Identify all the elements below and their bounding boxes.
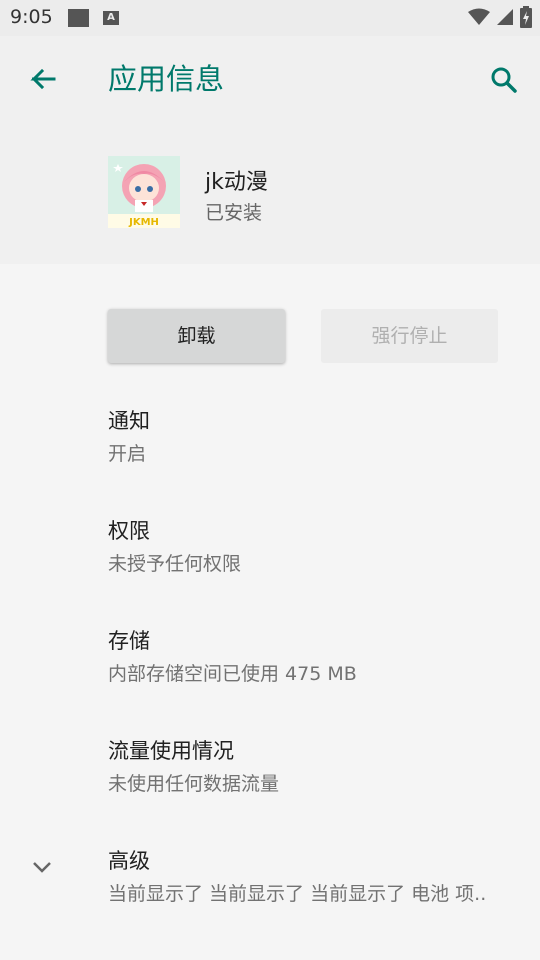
item-title: 流量使用情况	[108, 739, 234, 763]
back-arrow-icon	[30, 68, 56, 90]
item-subtitle: 未授予任何权限	[108, 553, 242, 575]
data-usage-item[interactable]: 流量使用情况 未使用任何数据流量	[0, 735, 540, 845]
app-info-header: 应用信息 JKMH jk动漫 已安装	[0, 36, 540, 264]
permissions-item[interactable]: 权限 未授予任何权限	[0, 515, 540, 625]
status-bar: 9:05 A	[0, 0, 540, 36]
a-badge-icon: A	[103, 11, 119, 25]
item-subtitle: 当前显示了 当前显示了 当前显示了 电池 项..	[108, 883, 487, 905]
item-title: 通知	[108, 409, 150, 433]
battery-icon	[520, 6, 532, 28]
item-title: 权限	[108, 519, 150, 543]
item-title: 存储	[108, 629, 150, 653]
item-subtitle: 未使用任何数据流量	[108, 773, 280, 795]
uninstall-button[interactable]: 卸载	[108, 309, 285, 363]
page-title: 应用信息	[108, 62, 225, 96]
status-icons	[468, 6, 532, 28]
item-title: 高级	[108, 849, 150, 873]
item-subtitle: 内部存储空间已使用 475 MB	[108, 663, 357, 685]
notification-icon	[68, 9, 89, 27]
notifications-item[interactable]: 通知 开启	[0, 405, 540, 515]
advanced-item[interactable]: 高级 当前显示了 当前显示了 当前显示了 电池 项..	[0, 845, 540, 955]
search-button[interactable]	[484, 58, 524, 102]
search-icon	[491, 67, 517, 93]
wifi-icon	[468, 8, 490, 25]
status-time: 9:05	[10, 6, 53, 28]
chevron-down-icon	[33, 862, 51, 873]
force-stop-button: 强行停止	[321, 309, 498, 363]
app-icon-label: JKMH	[128, 217, 159, 228]
signal-icon	[497, 9, 513, 25]
app-install-status: 已安装	[205, 202, 263, 224]
storage-item[interactable]: 存储 内部存储空间已使用 475 MB	[0, 625, 540, 735]
app-icon: JKMH	[108, 156, 180, 228]
back-button[interactable]	[20, 58, 64, 102]
item-subtitle: 开启	[108, 443, 147, 465]
app-name: jk动漫	[205, 170, 268, 195]
